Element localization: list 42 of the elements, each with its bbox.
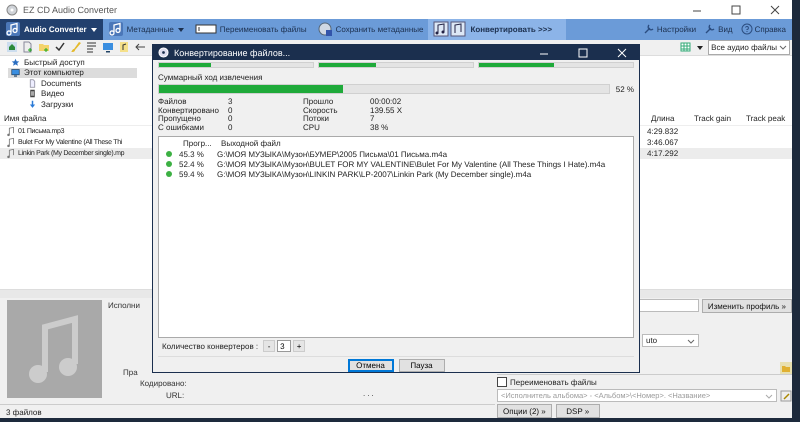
output-file-path: G:\МОЯ МУЗЫКА\Музон\БУМЕР\2005 Письма\01 Письма.m4a — [217, 150, 448, 158]
stat-value: 38 % — [370, 124, 390, 132]
percentage-text: 45.3 % — [179, 150, 205, 158]
tree-item-label: Видео — [41, 89, 64, 98]
stat-label: Потоки — [303, 115, 330, 124]
tree-item-label: Загрузки — [41, 100, 74, 109]
stat-value: 0 — [228, 106, 234, 115]
url-value: ... — [363, 389, 376, 398]
percentage-text: 52.4 % — [179, 160, 205, 168]
status-text: 3 файлов — [6, 408, 42, 416]
stat-value: 00:00:02 — [370, 98, 402, 106]
stat-value: 3 — [228, 98, 234, 106]
window-title: EZ CD Audio Converter — [23, 4, 118, 15]
stat-value: 0 — [228, 115, 234, 124]
converters-label: Количество конвертеров : — [162, 342, 258, 350]
field-label: Пра — [123, 368, 138, 377]
progress-percent: 52 % — [616, 84, 634, 94]
stat-value: 139.55 X — [370, 106, 404, 115]
output-file-path: G:\МОЯ МУЗЫКА\Музон\LINKIN PARK\LP-2007\Linkin Park (My December single).m4a — [217, 170, 532, 178]
output-file-path: G:\МОЯ МУЗЫКА\Музон\BULET FOR MY VALENTINE\Bulet For My Valentine (All These Things I Hate).m4a — [217, 160, 606, 168]
file-length: 4:29.832 — [647, 127, 680, 136]
dialog-title: Конвертирование файлов... — [174, 48, 290, 58]
file-length: 3:46.067 — [647, 138, 680, 147]
file-length: 4:17.292 — [647, 149, 680, 158]
stat-label: Файлов — [158, 98, 188, 106]
stat-label: Скорость — [303, 106, 339, 115]
stat-label: CPU — [303, 124, 321, 132]
stat-label: Пропущено — [158, 115, 201, 124]
tree-item-label: Быстрый доступ — [24, 58, 85, 67]
tree-item-label: Этот компьютер — [24, 68, 84, 78]
stat-value: 7 — [370, 115, 376, 124]
total-progress-label: Суммарный ход извлечения — [158, 73, 264, 82]
field-label: Исполни — [108, 301, 140, 310]
tree-item-label: Documents — [41, 78, 82, 88]
percentage-text: 59.4 % — [179, 170, 205, 178]
stat-label: Прошло — [303, 98, 334, 106]
checkbox-label: Переименовать файлы — [510, 378, 597, 386]
field-label: Кодировано: — [140, 379, 187, 388]
field-label: URL: — [166, 391, 184, 400]
stat-value: 0 — [228, 124, 234, 132]
stat-label: Конвертировано — [158, 106, 220, 115]
stat-label: С ошибками — [158, 124, 206, 132]
